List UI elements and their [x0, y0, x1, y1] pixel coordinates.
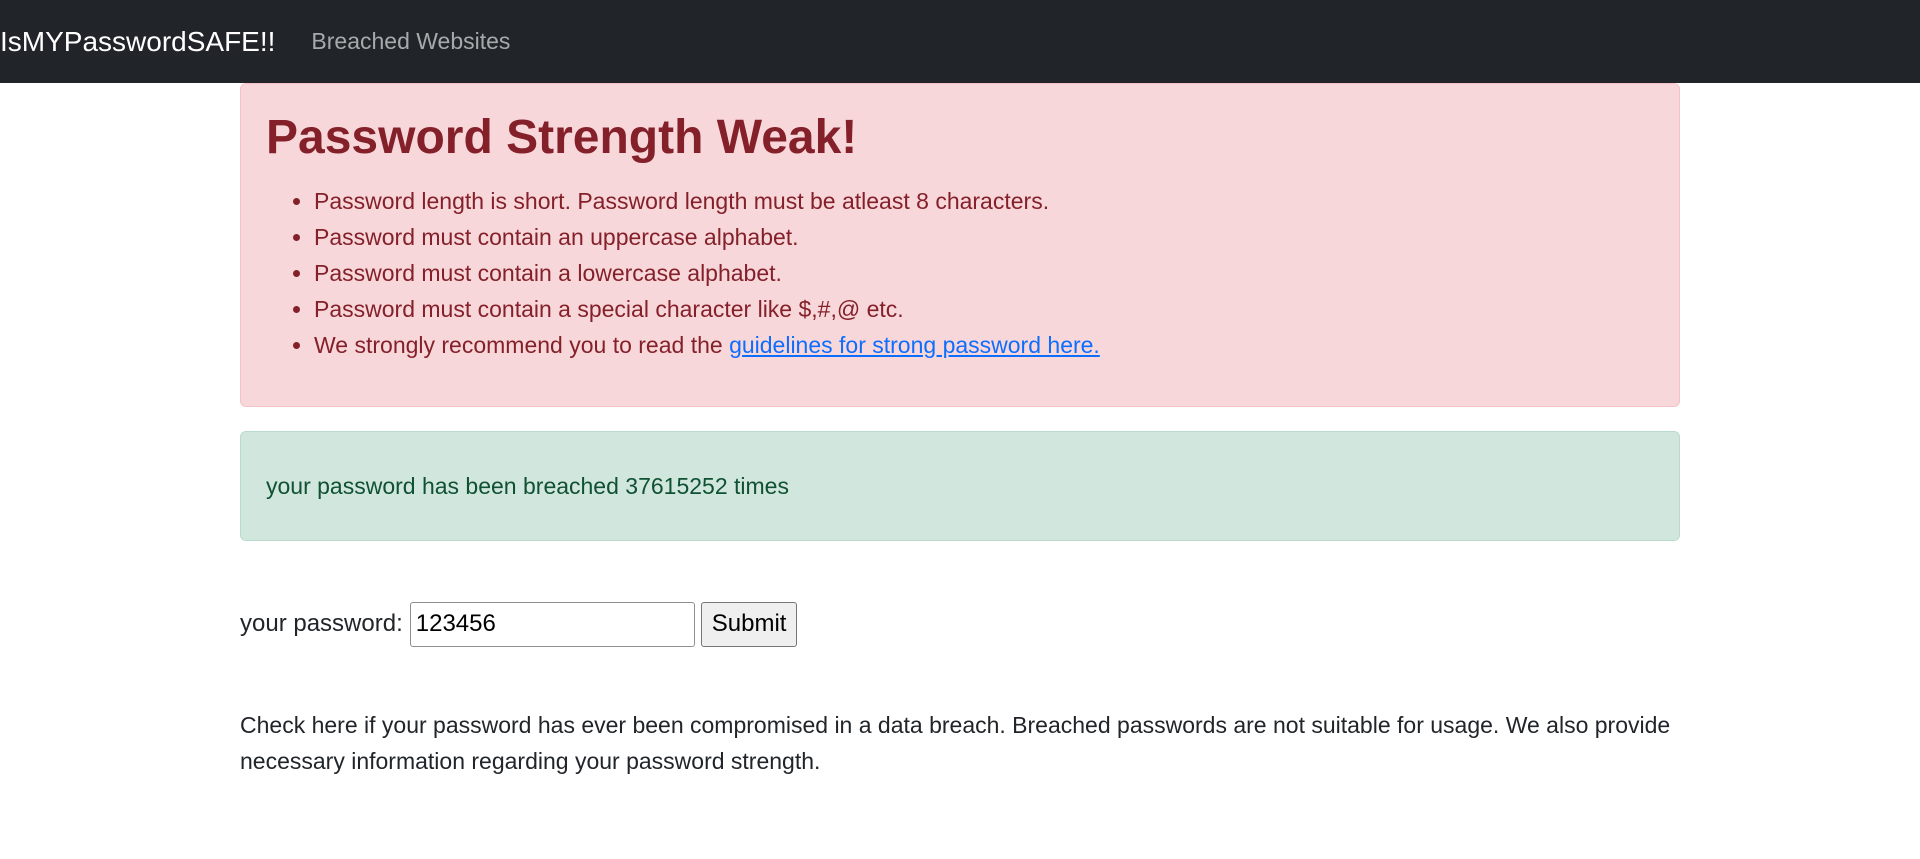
alert-title: Password Strength Weak!	[266, 111, 858, 164]
brand-link[interactable]: IsMYPasswordSAFE!!	[0, 26, 275, 58]
page-description: Check here if your password has ever bee…	[240, 712, 1671, 774]
breach-message: your password has been breached 37615252…	[266, 472, 789, 499]
list-item: Password length is short. Password lengt…	[314, 183, 1654, 219]
password-input[interactable]	[409, 601, 695, 647]
password-form: your password: Submit	[240, 601, 798, 647]
password-label: your password:	[240, 610, 403, 637]
navbar: IsMYPasswordSAFE!! Breached Websites	[0, 0, 1920, 83]
list-item-recommendation: We strongly recommend you to read the gu…	[314, 327, 1654, 363]
submit-button[interactable]: Submit	[700, 601, 798, 647]
password-strength-alert: Password Strength Weak! Password length …	[240, 83, 1680, 407]
list-item: Password must contain a special characte…	[314, 291, 1654, 327]
breach-count-alert: your password has been breached 37615252…	[240, 431, 1680, 541]
list-item: Password must contain a lowercase alphab…	[314, 255, 1654, 291]
list-item: Password must contain an uppercase alpha…	[314, 219, 1654, 255]
strength-issues-list: Password length is short. Password lengt…	[266, 183, 1654, 363]
guidelines-link[interactable]: guidelines for strong password here.	[729, 332, 1100, 358]
nav-link-breached-websites[interactable]: Breached Websites	[311, 28, 510, 55]
recommendation-text: We strongly recommend you to read the	[314, 332, 730, 359]
